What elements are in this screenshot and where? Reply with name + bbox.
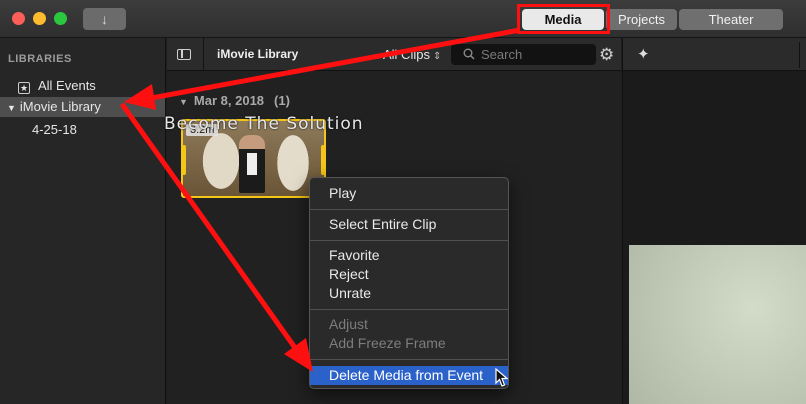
- import-button[interactable]: ↓: [83, 8, 126, 30]
- gear-icon[interactable]: ⚙: [599, 46, 614, 63]
- updown-chevron-icon: ⇕: [432, 51, 442, 62]
- clip-frame-subject: [239, 135, 265, 193]
- down-arrow-icon: ↓: [101, 11, 108, 27]
- menu-separator: [310, 240, 508, 241]
- tab-projects[interactable]: Projects: [606, 9, 677, 30]
- menu-item-select-entire-clip[interactable]: Select Entire Clip: [310, 215, 508, 234]
- library-title: iMovie Library: [217, 47, 299, 61]
- viewer-toolbar: ✦: [623, 38, 806, 71]
- toolbar-divider: [203, 38, 204, 71]
- zoom-window-button[interactable]: [54, 12, 67, 25]
- magic-wand-icon[interactable]: ✦: [637, 45, 650, 63]
- event-date: Mar 8, 2018: [193, 93, 265, 108]
- clips-filter-select[interactable]: All Clips ⇕: [383, 47, 441, 62]
- menu-item-delete-media-from-event[interactable]: Delete Media from Event: [310, 366, 508, 385]
- toolbar-divider: [799, 42, 800, 68]
- search-placeholder: Search: [481, 47, 523, 62]
- sidebar-toggle-icon[interactable]: [177, 49, 191, 60]
- menu-separator: [310, 209, 508, 210]
- viewer-pane: ✦: [622, 38, 806, 404]
- mouse-pointer-icon: [495, 368, 509, 387]
- imovie-window: ↓ Media Projects Theater LIBRARIES ★ All …: [0, 0, 806, 404]
- star-icon: ★: [18, 82, 30, 94]
- clip-trim-handle-right[interactable]: [321, 145, 324, 175]
- menu-separator: [310, 359, 508, 360]
- menu-item-unrate[interactable]: Unrate: [310, 284, 508, 303]
- event-date-header[interactable]: ▼ Mar 8, 2018 (1): [179, 93, 290, 108]
- tab-theater[interactable]: Theater: [679, 9, 783, 30]
- search-icon: [463, 48, 475, 60]
- menu-item-favorite[interactable]: Favorite: [310, 246, 508, 265]
- clip-trim-handle-left[interactable]: [183, 145, 186, 175]
- clips-filter-value: All Clips: [383, 47, 430, 62]
- watermark-logo: Become The Solution: [164, 114, 364, 134]
- menu-item-adjust: Adjust: [329, 316, 368, 332]
- annotation-highlight-box: [517, 4, 610, 34]
- viewer-preview-image: [629, 245, 806, 404]
- close-window-button[interactable]: [12, 12, 25, 25]
- sidebar-item-label: iMovie Library: [19, 99, 101, 114]
- sidebar-item-imovie-library[interactable]: ▼ iMovie Library: [0, 97, 165, 117]
- sidebar-item-all-events[interactable]: ★ All Events: [18, 78, 96, 94]
- clip-count: (1): [274, 93, 290, 108]
- sidebar-item-event[interactable]: 4-25-18: [32, 122, 77, 137]
- title-bar: ↓ Media Projects Theater: [0, 0, 806, 38]
- menu-item-reject[interactable]: Reject: [310, 265, 508, 284]
- disclosure-triangle-icon[interactable]: ▼: [179, 97, 188, 107]
- minimize-window-button[interactable]: [33, 12, 46, 25]
- context-menu: Play Select Entire Clip Favorite Reject …: [309, 177, 509, 389]
- menu-separator: [310, 309, 508, 310]
- sidebar-item-label: All Events: [38, 78, 96, 93]
- menu-item-play[interactable]: Play: [310, 184, 508, 203]
- disclosure-triangle-icon[interactable]: ▼: [7, 103, 16, 113]
- menu-item-add-freeze-frame: Add Freeze Frame: [329, 335, 446, 351]
- libraries-sidebar: LIBRARIES ★ All Events ▼ iMovie Library 4-…: [0, 38, 166, 404]
- browser-toolbar: iMovie Library All Clips ⇕ Search ⚙: [167, 38, 621, 71]
- libraries-heading: LIBRARIES: [8, 53, 72, 65]
- search-input[interactable]: Search: [451, 44, 596, 65]
